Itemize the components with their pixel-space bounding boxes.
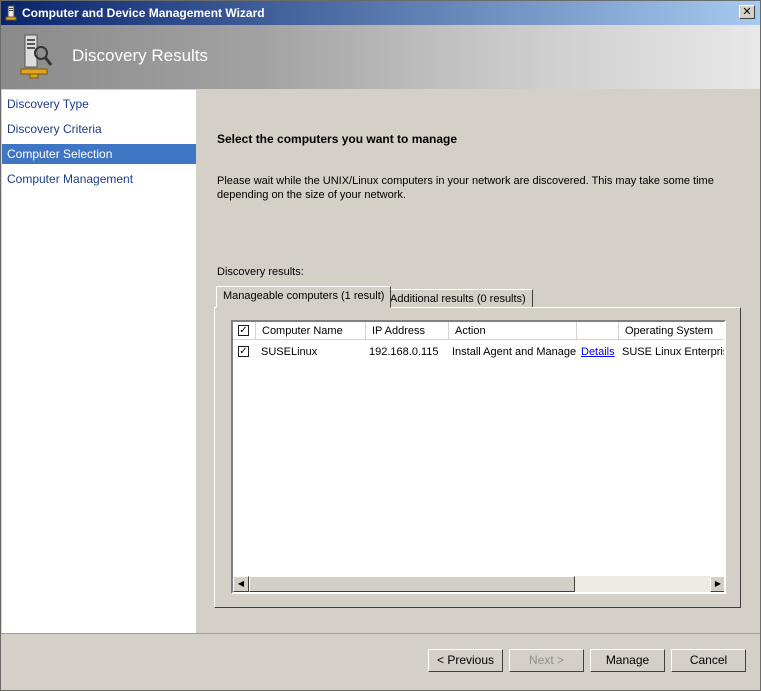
manage-button[interactable]: Manage: [590, 649, 665, 672]
nav-item-computer-selection[interactable]: Computer Selection: [2, 144, 196, 164]
discovery-results-label: Discovery results:: [217, 266, 304, 278]
footer-separator: [1, 633, 760, 634]
cell-action[interactable]: Install Agent and Manage: [452, 343, 576, 361]
column-operating-system[interactable]: Operating System: [619, 322, 724, 340]
scroll-right-icon: ▶: [714, 579, 722, 588]
results-grid: ✓ Computer Name IP Address Action Operat…: [231, 320, 726, 594]
scroll-left-button[interactable]: ◀: [233, 576, 249, 592]
nav-item-discovery-type[interactable]: Discovery Type: [2, 94, 196, 114]
header-banner: Discovery Results: [1, 25, 760, 89]
cell-computer-name: SUSELinux: [261, 346, 318, 358]
nav-item-discovery-criteria[interactable]: Discovery Criteria: [2, 119, 196, 139]
wizard-app-icon: [5, 5, 17, 21]
grid-header: ✓ Computer Name IP Address Action Operat…: [233, 322, 724, 340]
close-button[interactable]: ✕: [739, 5, 755, 19]
scroll-thumb[interactable]: [249, 576, 575, 592]
select-all-column: ✓: [233, 322, 256, 340]
banner-title: Discovery Results: [72, 46, 209, 65]
column-action[interactable]: Action: [449, 322, 577, 340]
tab-panel: ✓ Computer Name IP Address Action Operat…: [214, 307, 741, 608]
column-details[interactable]: [577, 322, 619, 340]
column-ip-address[interactable]: IP Address: [366, 322, 449, 340]
discovery-server-icon: [20, 34, 53, 79]
close-icon: ✕: [742, 5, 752, 18]
scroll-left-icon: ◀: [237, 579, 245, 588]
page-heading: Select the computers you want to manage: [217, 132, 458, 146]
main-content: Select the computers you want to manage …: [197, 90, 760, 633]
details-link[interactable]: Details: [581, 343, 615, 361]
cell-ip-address: 192.168.0.115: [369, 346, 439, 358]
scroll-right-button[interactable]: ▶: [710, 576, 724, 592]
tab-manageable-computers[interactable]: Manageable computers (1 result): [216, 286, 392, 308]
page-description: Please wait while the UNIX/Linux compute…: [217, 175, 714, 201]
row-checkbox[interactable]: ✓: [238, 346, 249, 357]
title-bar[interactable]: Computer and Device Management Wizard ✕: [1, 1, 760, 25]
horizontal-scrollbar[interactable]: ◀ ▶: [233, 576, 724, 592]
tab-additional-results[interactable]: Additional results (0 results): [383, 289, 533, 309]
select-all-checkbox[interactable]: ✓: [238, 325, 249, 336]
column-computer-name[interactable]: Computer Name: [256, 322, 366, 340]
window-title: Computer and Device Management Wizard: [22, 6, 265, 20]
cell-operating-system: SUSE Linux Enterprise: [622, 346, 726, 358]
cancel-button[interactable]: Cancel: [671, 649, 746, 672]
table-row[interactable]: ✓ SUSELinux 192.168.0.115 Install Agent …: [233, 343, 726, 361]
previous-button[interactable]: < Previous: [428, 649, 503, 672]
wizard-window: Computer and Device Management Wizard ✕ …: [0, 0, 761, 691]
nav-item-computer-management[interactable]: Computer Management: [2, 169, 196, 189]
next-button[interactable]: Next >: [509, 649, 584, 672]
wizard-steps-nav: Discovery Type Discovery Criteria Comput…: [2, 90, 196, 633]
